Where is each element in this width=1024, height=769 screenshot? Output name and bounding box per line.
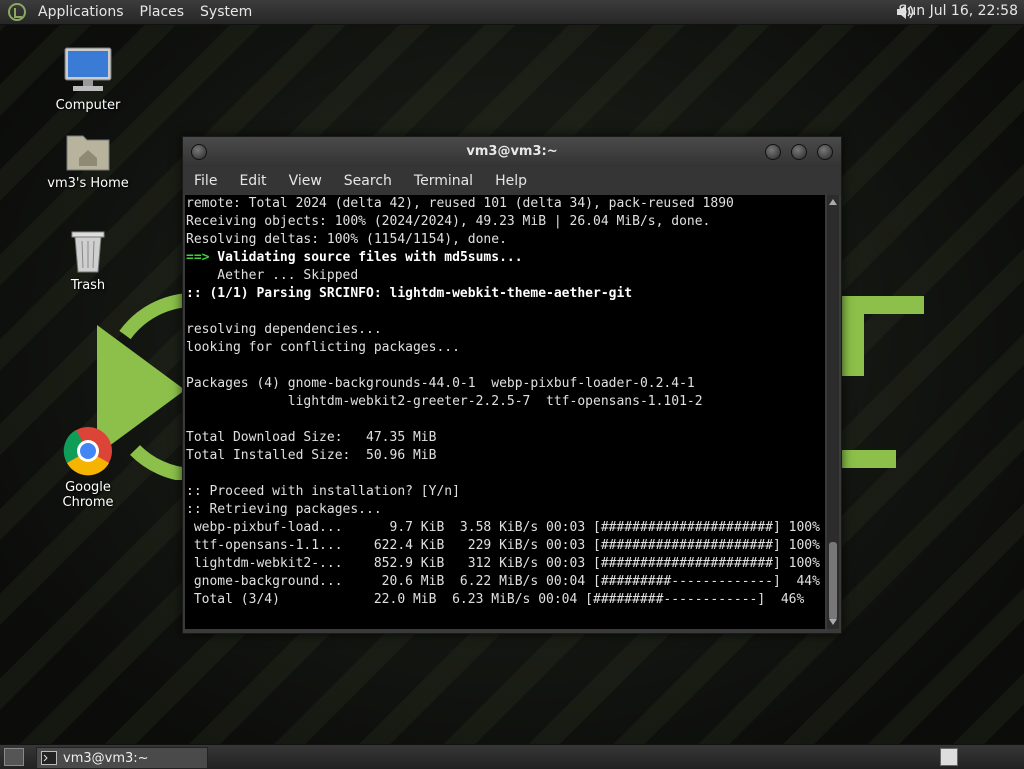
terminal-line: Total Download Size: 47.35 MiB — [186, 430, 437, 445]
menu-help[interactable]: Help — [484, 173, 538, 189]
desktop-icon-label: vm3's Home — [47, 176, 129, 191]
terminal-line: lightdm-webkit2-... 852.9 KiB 312 KiB/s … — [186, 556, 820, 571]
desktop-icon-computer[interactable]: Computer — [38, 46, 138, 113]
show-desktop-icon[interactable] — [4, 748, 24, 766]
terminal-line: Packages (4) gnome-backgrounds-44.0-1 we… — [186, 376, 695, 391]
scrollbar[interactable] — [827, 195, 839, 629]
terminal-line: Receiving objects: 100% (2024/2024), 49.… — [186, 214, 711, 229]
taskbar-item-terminal[interactable]: vm3@vm3:~ — [36, 747, 208, 769]
logo-bar-bottom — [840, 450, 896, 468]
menu-file[interactable]: File — [183, 173, 228, 189]
menu-view[interactable]: View — [278, 173, 333, 189]
terminal-line: :: (1/1) Parsing SRCINFO: lightdm-webkit… — [186, 286, 633, 301]
window-titlebar[interactable]: vm3@vm3:~ — [183, 137, 841, 167]
scrollbar-thumb[interactable] — [829, 542, 837, 620]
logo-bar-top — [840, 296, 924, 314]
terminal-icon — [41, 751, 57, 765]
desktop-icon-home[interactable]: vm3's Home — [38, 128, 138, 191]
logo-bar-mid — [840, 314, 864, 376]
terminal-line: Total Installed Size: 50.96 MiB — [186, 448, 437, 463]
menu-places[interactable]: Places — [132, 4, 193, 20]
menu-system[interactable]: System — [192, 4, 260, 20]
terminal-line: resolving dependencies... — [186, 322, 382, 337]
terminal-line: :: Retrieving packages... — [186, 502, 382, 517]
maximize-button[interactable] — [791, 144, 807, 160]
desktop-icon-label: Google Chrome — [62, 480, 114, 510]
clock[interactable]: Sun Jul 16, 22:58 — [899, 3, 1019, 19]
scroll-down-icon[interactable] — [827, 617, 839, 627]
menu-applications[interactable]: Applications — [30, 4, 132, 20]
home-folder-icon — [66, 135, 110, 171]
bottom-panel: vm3@vm3:~ — [0, 744, 1024, 769]
terminal-line: looking for conflicting packages... — [186, 340, 460, 355]
desktop-icon-label: Trash — [70, 278, 106, 293]
mint-logo-icon[interactable] — [8, 3, 26, 21]
scroll-up-icon[interactable] — [827, 197, 839, 207]
workspace-switcher[interactable] — [940, 748, 958, 766]
terminal-line: :: Proceed with installation? [Y/n] — [186, 484, 460, 499]
taskbar-item-label: vm3@vm3:~ — [63, 750, 149, 766]
trash-icon — [71, 231, 105, 273]
menu-terminal[interactable]: Terminal — [403, 173, 484, 189]
terminal-line: remote: Total 2024 (delta 42), reused 10… — [186, 196, 734, 211]
terminal-line-text: Validating source files with md5sums... — [209, 250, 523, 265]
window-title: vm3@vm3:~ — [466, 144, 558, 159]
computer-icon — [64, 47, 112, 91]
terminal-line: webp-pixbuf-load... 9.7 KiB 3.58 KiB/s 0… — [186, 520, 820, 535]
terminal-line: gnome-background... 20.6 MiB 6.22 MiB/s … — [186, 574, 820, 589]
terminal-line: ttf-opensans-1.1... 622.4 KiB 229 KiB/s … — [186, 538, 820, 553]
terminal-window[interactable]: vm3@vm3:~ File Edit View Search Terminal… — [182, 136, 842, 634]
top-panel: Applications Places System Sun Jul 16, 2… — [0, 0, 1024, 25]
terminal-line: Aether ... Skipped — [186, 268, 359, 283]
terminal-line: Resolving deltas: 100% (1154/1154), done… — [186, 232, 507, 247]
minimize-button[interactable] — [765, 144, 781, 160]
close-button[interactable] — [817, 144, 833, 160]
terminal-line: Total (3/4) 22.0 MiB 6.23 MiB/s 00:04 [#… — [186, 592, 805, 607]
menu-search[interactable]: Search — [333, 173, 403, 189]
desktop-icon-trash[interactable]: Trash — [38, 226, 138, 293]
prompt-arrow: ==> — [186, 250, 210, 265]
terminal-menubar: File Edit View Search Terminal Help — [183, 167, 841, 195]
terminal-line: ==> Validating source files with md5sums… — [185, 249, 825, 267]
terminal-output[interactable]: remote: Total 2024 (delta 42), reused 10… — [185, 195, 825, 629]
desktop-icon-label: Computer — [55, 98, 121, 113]
menu-edit[interactable]: Edit — [228, 173, 277, 189]
chrome-icon — [63, 427, 112, 476]
desktop-icon-chrome[interactable]: Google Chrome — [38, 426, 138, 510]
terminal-line: lightdm-webkit2-greeter-2.2.5-7 ttf-open… — [186, 394, 703, 409]
